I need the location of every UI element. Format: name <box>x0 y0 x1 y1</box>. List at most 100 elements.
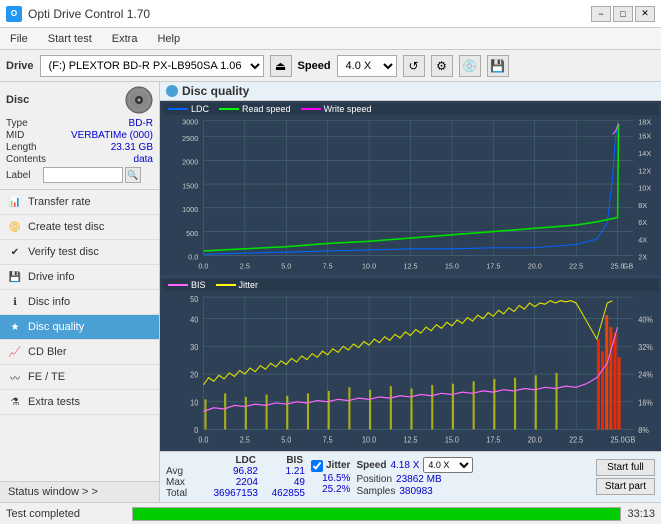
sidebar-item-drive-info[interactable]: 💾 Drive info <box>0 265 159 290</box>
svg-text:0.0: 0.0 <box>198 435 209 445</box>
svg-text:GB: GB <box>623 261 634 270</box>
svg-text:10.0: 10.0 <box>362 435 377 445</box>
write-speed-legend: Write speed <box>301 104 372 114</box>
cd-bler-icon: 📈 <box>8 345 22 359</box>
sidebar-item-label: Transfer rate <box>28 196 91 208</box>
jitter-stats: Jitter 16.5% 25.2% <box>311 460 350 495</box>
svg-text:12.5: 12.5 <box>403 261 417 270</box>
sidebar-item-fe-te[interactable]: 〰 FE / TE <box>0 365 159 390</box>
ldc-legend: LDC <box>168 104 209 114</box>
svg-text:5.0: 5.0 <box>281 435 292 445</box>
menu-start-test[interactable]: Start test <box>42 31 98 47</box>
upper-chart-area: LDC Read speed Write speed <box>160 101 661 276</box>
stats-headers: LDC BIS <box>201 455 305 466</box>
svg-text:17.5: 17.5 <box>486 261 500 270</box>
disc-label-input[interactable] <box>43 167 123 183</box>
svg-text:32%: 32% <box>638 342 653 352</box>
svg-text:500: 500 <box>186 229 198 238</box>
speed-target-select[interactable]: 4.0 X <box>423 457 473 473</box>
svg-text:20: 20 <box>190 370 199 380</box>
transfer-rate-icon: 📊 <box>8 195 22 209</box>
bis-legend: BIS <box>168 280 206 290</box>
save-button[interactable]: 💾 <box>487 55 509 77</box>
start-part-button[interactable]: Start part <box>596 478 655 495</box>
svg-text:0: 0 <box>194 425 199 435</box>
sidebar-item-label: Disc info <box>28 296 70 308</box>
disc-length-row: Length 23.31 GB <box>6 142 153 153</box>
svg-text:14X: 14X <box>638 149 651 158</box>
media-button[interactable]: 💿 <box>459 55 481 77</box>
legend-upper: LDC Read speed Write speed <box>162 103 659 115</box>
svg-text:4X: 4X <box>638 235 647 244</box>
read-speed-legend: Read speed <box>219 104 291 114</box>
fe-te-icon: 〰 <box>8 370 22 384</box>
disc-quality-icon: ★ <box>8 320 22 334</box>
start-full-button[interactable]: Start full <box>596 459 655 476</box>
disc-label-btn[interactable]: 🔍 <box>125 167 141 183</box>
refresh-button[interactable]: ↺ <box>403 55 425 77</box>
position-value: 23862 MB <box>396 474 442 485</box>
disc-panel: Disc Type BD-R MID VERBATIMe (000) Lengt… <box>0 82 159 190</box>
sidebar-item-label: FE / TE <box>28 371 65 383</box>
jitter-color <box>216 284 236 286</box>
svg-text:0.0: 0.0 <box>198 261 208 270</box>
sidebar-item-disc-info[interactable]: ℹ Disc info <box>0 290 159 315</box>
sidebar-item-disc-quality[interactable]: ★ Disc quality <box>0 315 159 340</box>
svg-text:40: 40 <box>190 314 199 324</box>
svg-text:3000: 3000 <box>182 118 198 127</box>
disc-contents-row: Contents data <box>6 154 153 165</box>
sidebar: Disc Type BD-R MID VERBATIMe (000) Lengt… <box>0 82 160 502</box>
sidebar-item-verify-test-disc[interactable]: ✔ Verify test disc <box>0 240 159 265</box>
close-button[interactable]: ✕ <box>635 6 655 22</box>
bis-max: 49 <box>260 477 305 488</box>
speed-select[interactable]: 4.0 X <box>337 55 397 77</box>
verify-test-disc-icon: ✔ <box>8 245 22 259</box>
eject-button[interactable]: ⏏ <box>270 55 292 77</box>
status-window-label: Status window > > <box>8 486 98 498</box>
max-row: Max 2204 49 <box>166 477 305 488</box>
jitter-checkbox[interactable] <box>311 460 323 472</box>
chart-header-icon <box>166 85 178 97</box>
svg-text:10.0: 10.0 <box>362 261 376 270</box>
drive-info-icon: 💾 <box>8 270 22 284</box>
sidebar-item-create-test-disc[interactable]: 📀 Create test disc <box>0 215 159 240</box>
chart-title: Disc quality <box>182 84 249 98</box>
disc-type-row: Type BD-R <box>6 118 153 129</box>
bis-header: BIS <box>258 455 303 466</box>
drive-select[interactable]: (F:) PLEXTOR BD-R PX-LB950SA 1.06 <box>40 55 264 77</box>
total-row: Total 36967153 462855 <box>166 488 305 499</box>
samples-row: Samples 380983 <box>356 486 473 497</box>
svg-text:22.5: 22.5 <box>569 261 583 270</box>
sidebar-item-cd-bler[interactable]: 📈 CD Bler <box>0 340 159 365</box>
jitter-avg-val: 16.5% <box>311 473 350 484</box>
minimize-button[interactable]: − <box>591 6 611 22</box>
samples-value: 380983 <box>399 486 432 497</box>
svg-text:0.0: 0.0 <box>188 252 198 261</box>
status-text: Test completed <box>6 508 126 520</box>
maximize-button[interactable]: □ <box>613 6 633 22</box>
status-window-button[interactable]: Status window > > <box>0 481 159 502</box>
ldc-color <box>168 108 188 110</box>
status-time: 33:13 <box>627 508 655 520</box>
menu-file[interactable]: File <box>4 31 34 47</box>
svg-text:16X: 16X <box>638 132 651 141</box>
ldc-total: 36967153 <box>203 488 258 499</box>
progress-bar-container <box>132 507 621 521</box>
svg-text:12X: 12X <box>638 166 651 175</box>
svg-text:12.5: 12.5 <box>403 435 418 445</box>
settings-button[interactable]: ⚙ <box>431 55 453 77</box>
sidebar-item-transfer-rate[interactable]: 📊 Transfer rate <box>0 190 159 215</box>
sidebar-item-label: Disc quality <box>28 321 84 333</box>
bis-color <box>168 284 188 286</box>
menu-extra[interactable]: Extra <box>106 31 144 47</box>
disc-icon <box>125 86 153 114</box>
content-area: Disc quality LDC Read speed Write speed <box>160 82 661 502</box>
drive-label: Drive <box>6 60 34 72</box>
bis-avg: 1.21 <box>260 466 305 477</box>
drive-toolbar: Drive (F:) PLEXTOR BD-R PX-LB950SA 1.06 … <box>0 50 661 82</box>
legend-lower: BIS Jitter <box>162 279 659 291</box>
sidebar-item-extra-tests[interactable]: ⚗ Extra tests <box>0 390 159 415</box>
jitter-max-val: 25.2% <box>311 484 350 495</box>
menu-help[interactable]: Help <box>151 31 186 47</box>
svg-text:1000: 1000 <box>182 205 198 214</box>
